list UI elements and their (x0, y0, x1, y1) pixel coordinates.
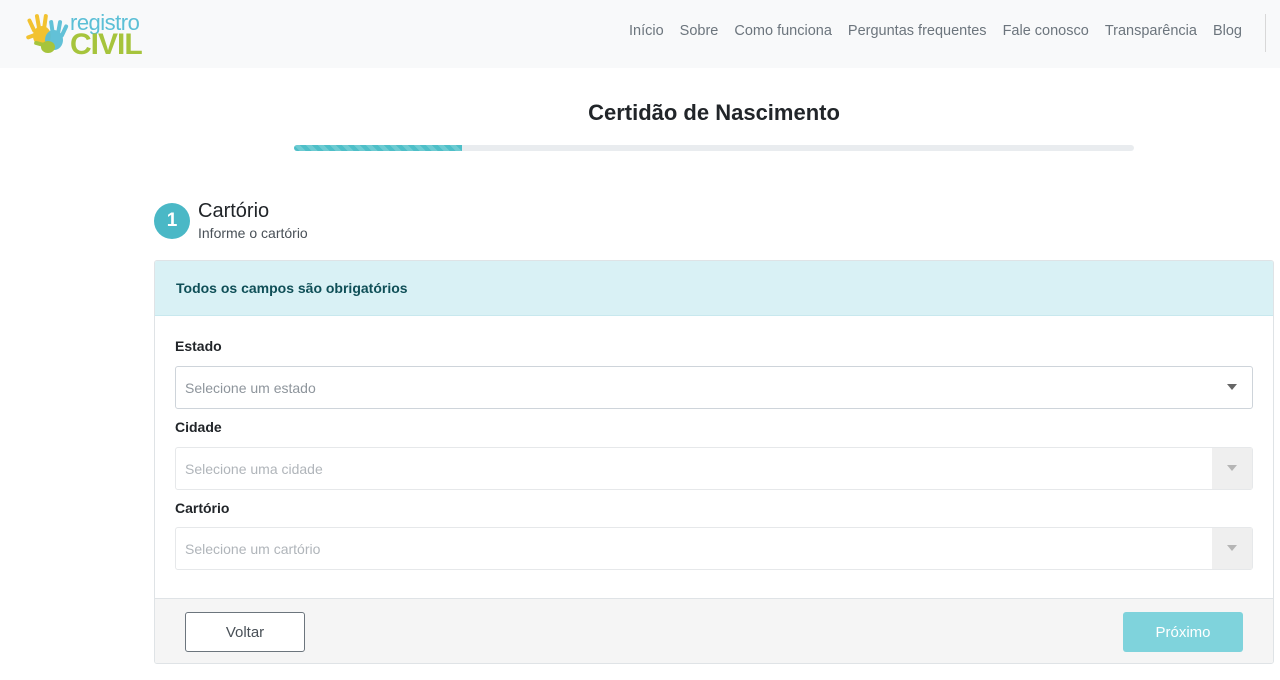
cartorio-placeholder: Selecione um cartório (185, 541, 321, 557)
step-number-badge: 1 (154, 203, 190, 239)
nav-link-blog[interactable]: Blog (1205, 22, 1250, 40)
estado-select[interactable]: Selecione um estado (175, 366, 1253, 409)
form-card: Todos os campos são obrigatórios Estado … (154, 260, 1274, 664)
cidade-select[interactable]: Selecione uma cidade (175, 447, 1253, 490)
progress-bar (294, 145, 462, 151)
nav-link-perguntas-frequentes[interactable]: Perguntas frequentes (840, 22, 995, 40)
hands-logo-icon (26, 14, 69, 53)
step-subtitle: Informe o cartório (198, 225, 308, 241)
nav-link-inicio[interactable]: Início (621, 22, 672, 40)
estado-dropdown-toggle[interactable] (1212, 367, 1252, 408)
logo-text-civil: CIVIL (70, 28, 143, 61)
nav-link-transparencia[interactable]: Transparência (1097, 22, 1205, 40)
registro-civil-logo[interactable]: registro CIVIL (24, 8, 154, 61)
step-title: Cartório (198, 200, 270, 222)
cidade-dropdown-toggle[interactable] (1212, 448, 1252, 489)
navbar: registro CIVIL Início Sobre Como funcion… (0, 0, 1280, 68)
caret-down-icon (1227, 465, 1237, 471)
caret-down-icon (1227, 384, 1237, 390)
cartorio-select[interactable]: Selecione um cartório (175, 527, 1253, 570)
nav-link-como-funciona[interactable]: Como funciona (726, 22, 840, 40)
cartorio-dropdown-toggle[interactable] (1212, 528, 1252, 569)
cidade-label: Cidade (175, 419, 222, 435)
page-title: Certidão de Nascimento (588, 100, 840, 125)
caret-down-icon (1227, 545, 1237, 551)
estado-label: Estado (175, 338, 222, 354)
required-fields-alert: Todos os campos são obrigatórios (155, 261, 1273, 316)
estado-placeholder: Selecione um estado (185, 380, 316, 396)
nav-divider (1265, 14, 1266, 52)
required-fields-alert-text: Todos os campos são obrigatórios (176, 280, 408, 296)
cidade-placeholder: Selecione uma cidade (185, 461, 323, 477)
nav-link-fale-conosco[interactable]: Fale conosco (995, 22, 1097, 40)
back-button[interactable]: Voltar (185, 612, 305, 652)
cartorio-label: Cartório (175, 500, 230, 516)
nav-link-sobre[interactable]: Sobre (672, 22, 727, 40)
progress-track (294, 145, 1134, 151)
form-footer: Voltar Próximo (155, 598, 1273, 663)
main-nav: Início Sobre Como funciona Perguntas fre… (621, 22, 1250, 40)
next-button[interactable]: Próximo (1123, 612, 1243, 652)
